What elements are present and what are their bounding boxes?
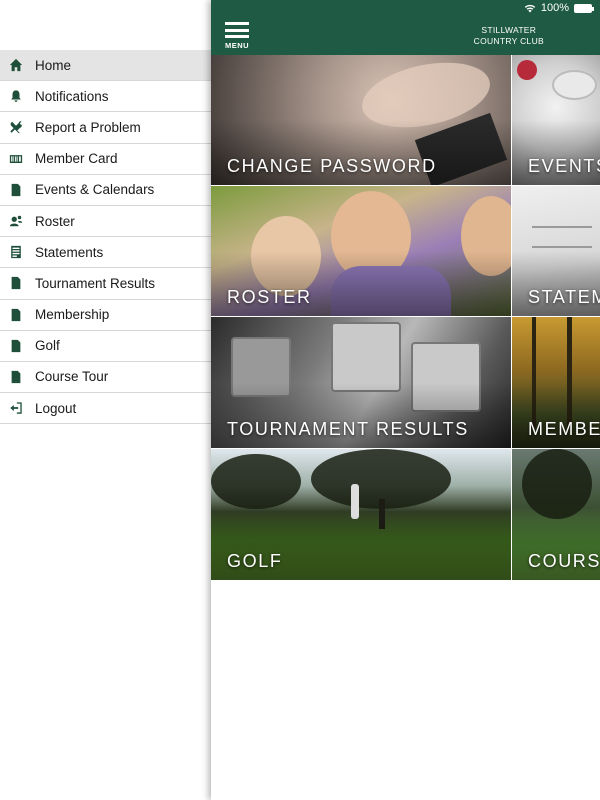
sidebar-item-label: Statements	[35, 244, 104, 260]
sidebar-item-statements[interactable]: Statements	[0, 237, 211, 269]
club-title-line2: COUNTRY CLUB	[473, 35, 544, 46]
plate-image	[552, 70, 597, 100]
sidebar-item-label: Golf	[35, 338, 60, 354]
status-bar: 100%	[0, 0, 600, 16]
hamburger-icon-bar	[225, 28, 249, 32]
menu-label: MENU	[225, 40, 250, 50]
sidebar-item-notifications[interactable]: Notifications	[0, 81, 211, 113]
statement-icon	[8, 244, 24, 260]
tile-label: EVENTS	[528, 156, 600, 176]
document-icon	[8, 369, 24, 385]
tile-label: ROSTER	[227, 287, 312, 307]
statement-line	[532, 226, 592, 228]
dumbbell-image	[331, 322, 401, 392]
tile-label: GOLF	[227, 551, 283, 571]
document-icon	[8, 307, 24, 323]
tile-label: STATEM	[528, 287, 600, 307]
hamburger-icon-bar	[225, 35, 249, 38]
sidebar: Home Notifications Report a Problem Memb…	[0, 0, 211, 800]
tile-events[interactable]: EVENTS	[512, 55, 600, 185]
tile-label: CHANGE PASSWORD	[227, 156, 437, 176]
sidebar-item-label: Home	[35, 57, 72, 73]
tile-label: MEMBE	[528, 419, 600, 439]
menu-button[interactable]: MENU	[225, 22, 251, 50]
club-title-line1: STILLWATER	[481, 25, 537, 35]
sidebar-item-roster[interactable]: Roster	[0, 205, 211, 238]
sidebar-item-label: Events & Calendars	[35, 182, 155, 198]
tile-label: COURSE	[528, 551, 600, 571]
sidebar-item-label: Roster	[35, 213, 75, 229]
tile-grid: CHANGE PASSWORD EVENTS ROSTER STATEM	[211, 55, 600, 580]
document-icon	[8, 182, 24, 198]
tile-statements[interactable]: STATEM	[512, 186, 600, 316]
logout-icon	[8, 400, 24, 416]
sidebar-item-label: Report a Problem	[35, 119, 141, 135]
home-icon	[8, 57, 24, 73]
bell-icon	[8, 88, 24, 104]
hamburger-icon	[225, 22, 249, 25]
sidebar-item-golf[interactable]: Golf	[0, 330, 211, 362]
tree-image	[522, 449, 592, 519]
battery-icon	[574, 3, 594, 13]
tile-label: TOURNAMENT RESULTS	[227, 419, 469, 439]
tile-golf[interactable]: GOLF	[211, 449, 511, 580]
statement-line	[532, 246, 592, 248]
sidebar-item-label: Course Tour	[35, 369, 109, 385]
flower-image	[517, 60, 537, 80]
sidebar-item-course-tour[interactable]: Course Tour	[0, 361, 211, 394]
main-panel: MENU STILLWATER COUNTRY CLUB CHANGE PASS…	[211, 0, 600, 800]
battery-percent: 100%	[540, 2, 569, 14]
sidebar-item-report-problem[interactable]: Report a Problem	[0, 112, 211, 144]
sidebar-item-label: Logout	[35, 400, 77, 416]
sidebar-item-label: Tournament Results	[35, 275, 156, 291]
document-icon	[8, 338, 24, 354]
tile-membership[interactable]: MEMBE	[512, 317, 600, 448]
sidebar-item-tournament-results[interactable]: Tournament Results	[0, 268, 211, 300]
club-title: STILLWATER COUNTRY CLUB	[474, 25, 544, 46]
tree-image	[211, 454, 301, 509]
sidebar-item-label: Membership	[35, 307, 110, 323]
sidebar-item-label: Member Card	[35, 151, 118, 167]
sidebar-item-home[interactable]: Home	[0, 50, 211, 82]
card-icon	[8, 151, 24, 167]
tools-icon	[8, 119, 24, 135]
sidebar-item-label: Notifications	[35, 88, 109, 104]
sidebar-item-events-calendars[interactable]: Events & Calendars	[0, 174, 211, 206]
sidebar-item-membership[interactable]: Membership	[0, 299, 211, 331]
tile-course-tour[interactable]: COURSE	[512, 449, 600, 580]
sidebar-item-logout[interactable]: Logout	[0, 393, 211, 425]
document-icon	[8, 275, 24, 291]
wifi-icon	[524, 4, 536, 13]
tile-change-password[interactable]: CHANGE PASSWORD	[211, 55, 511, 185]
sidebar-menu: Home Notifications Report a Problem Memb…	[0, 50, 211, 425]
sidebar-item-member-card[interactable]: Member Card	[0, 143, 211, 175]
tile-roster[interactable]: ROSTER	[211, 186, 511, 316]
tile-tournament-results[interactable]: TOURNAMENT RESULTS	[211, 317, 511, 448]
people-icon	[8, 213, 24, 229]
